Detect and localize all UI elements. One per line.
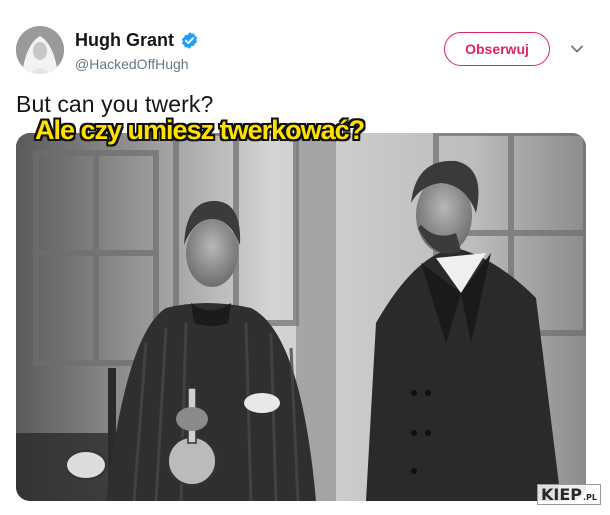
watermark-main: KIEP [541, 485, 583, 504]
avatar[interactable] [16, 26, 64, 74]
tweet-text: But can you twerk? [16, 91, 214, 117]
watermark-suffix: .PL [583, 493, 598, 502]
author-handle[interactable]: @HackedOffHugh [75, 56, 189, 72]
image-caption: Ale czy umiesz twerkować? [35, 115, 365, 145]
verified-badge-icon [181, 32, 198, 49]
author-name-row[interactable]: Hugh Grant [75, 30, 199, 51]
watermark-logo: KIEP .PL [537, 484, 602, 505]
follow-button[interactable]: Obserwuj [444, 32, 550, 66]
author-name[interactable]: Hugh Grant [75, 30, 174, 51]
tweet-photo[interactable] [16, 133, 586, 501]
chevron-down-icon[interactable] [570, 42, 584, 56]
